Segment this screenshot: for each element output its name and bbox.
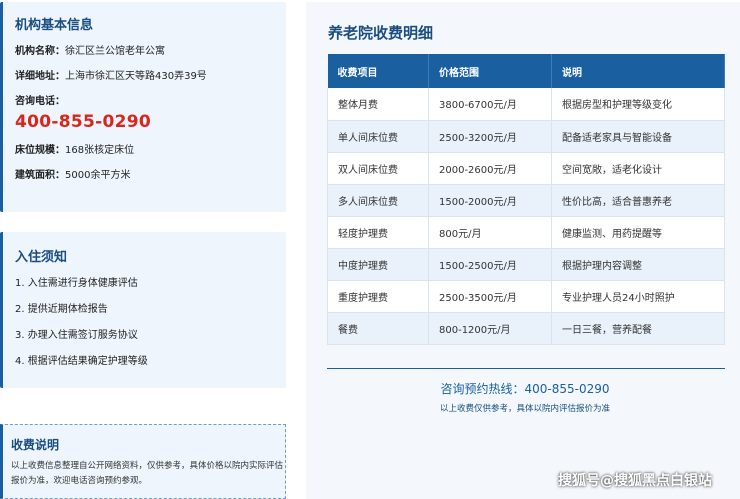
fee-desc-cell: 根据房型和护理等级变化 [551, 88, 725, 121]
table-header-row: 收费项目 价格范围 说明 [327, 54, 725, 88]
info-address-value: 上海市徐汇区天等路430弄39号 [65, 71, 207, 82]
fee-desc-cell: 一日三餐，营养配餐 [551, 312, 725, 345]
info-address-row: 详细地址：上海市徐汇区天等路430弄39号 [15, 67, 286, 86]
fee-detail-title: 养老院收费明细 [328, 24, 434, 42]
info-phone-row: 咨询电话： [15, 92, 286, 111]
fee-item-cell: 单人间床位费 [327, 120, 429, 153]
notice-item: 2. 提供近期体检报告 [15, 304, 108, 315]
table-row: 双人间床位费 2000-2600元/月 空间宽敞，适老化设计 [327, 152, 725, 185]
notice-item: 4. 根据评估结果确定护理等级 [15, 356, 148, 367]
fee-item-cell: 多人间床位费 [327, 184, 429, 217]
info-phone-label: 咨询电话： [15, 96, 65, 107]
fee-item-cell: 重度护理费 [327, 280, 429, 313]
fee-price-cell: 1500-2500元/月 [428, 248, 552, 281]
section-divider [327, 368, 725, 369]
source-watermark: 搜狐号@搜狐黑点白银站 [558, 473, 712, 489]
fee-item-cell: 中度护理费 [327, 248, 429, 281]
fee-note-card: 收费说明 以上收费信息整理自公开网络资料，仅供参考，具体价格以院内实际评估报价为… [0, 424, 286, 499]
fee-item-cell: 餐费 [327, 312, 429, 345]
fee-desc-cell: 专业护理人员24小时照护 [551, 280, 725, 313]
info-beds-label: 床位规模： [15, 145, 65, 156]
info-area-value: 5000余平方米 [65, 170, 131, 181]
fee-note-text: 以上收费信息整理自公开网络资料，仅供参考，具体价格以院内实际评估报价为准，欢迎电… [11, 461, 284, 486]
hotline-text[interactable]: 咨询预约热线：400-855-0290 [306, 380, 740, 397]
notice-title: 入住须知 [15, 250, 68, 265]
admission-notice-card: 入住须知 1. 入住需进行身体健康评估 2. 提供近期体检报告 3. 办理入住需… [0, 232, 286, 388]
info-area-row: 建筑面积：5000余平方米 [15, 166, 286, 185]
fee-price-cell: 2500-3500元/月 [428, 280, 552, 313]
phone-number[interactable]: 400-855-0290 [15, 111, 286, 135]
fee-desc-cell: 配备适老家具与智能设备 [551, 120, 725, 153]
fee-detail-panel: 养老院收费明细 收费项目 价格范围 说明 整体月费 3800-6700元/月 根… [306, 2, 740, 499]
info-address-label: 详细地址： [15, 71, 65, 82]
fee-price-cell: 800-1200元/月 [428, 312, 552, 345]
footnote-text: 以上收费仅供参考，具体以院内评估报价为准 [439, 404, 610, 414]
info-beds-row: 床位规模：168张核定床位 [15, 141, 286, 160]
column-header-description: 说明 [551, 54, 725, 88]
fee-desc-cell: 空间宽敞，适老化设计 [551, 152, 725, 185]
fee-price-cell: 2000-2600元/月 [428, 152, 552, 185]
table-row: 整体月费 3800-6700元/月 根据房型和护理等级变化 [327, 88, 725, 121]
notice-item: 1. 入住需进行身体健康评估 [15, 278, 138, 289]
fee-price-cell: 800元/月 [428, 216, 552, 249]
fee-price-cell: 2500-3200元/月 [428, 120, 552, 153]
table-row: 中度护理费 1500-2500元/月 根据护理内容调整 [327, 248, 725, 281]
fee-desc-cell: 健康监测、用药提醒等 [551, 216, 725, 249]
fee-desc-cell: 根据护理内容调整 [551, 248, 725, 281]
fee-note-title: 收费说明 [11, 438, 60, 452]
table-row: 重度护理费 2500-3500元/月 专业护理人员24小时照护 [327, 280, 725, 313]
fee-item-cell: 轻度护理费 [327, 216, 429, 249]
info-beds-value: 168张核定床位 [65, 145, 135, 156]
institution-info-card: 机构基本信息 机构名称：徐汇区兰公馆老年公寓 详细地址：上海市徐汇区天等路430… [0, 2, 286, 212]
fee-item-cell: 双人间床位费 [327, 152, 429, 185]
info-area-label: 建筑面积： [15, 170, 65, 181]
fee-item-cell: 整体月费 [327, 88, 429, 121]
table-row: 餐费 800-1200元/月 一日三餐，营养配餐 [327, 312, 725, 345]
table-row: 轻度护理费 800元/月 健康监测、用药提醒等 [327, 216, 725, 249]
fee-table: 收费项目 价格范围 说明 整体月费 3800-6700元/月 根据房型和护理等级… [327, 54, 725, 345]
notice-item: 3. 办理入住需签订服务协议 [15, 330, 138, 341]
fee-desc-cell: 性价比高，适合普惠养老 [551, 184, 725, 217]
table-row: 单人间床位费 2500-3200元/月 配备适老家具与智能设备 [327, 120, 725, 153]
info-name-label: 机构名称： [15, 46, 65, 57]
info-name-value: 徐汇区兰公馆老年公寓 [65, 46, 165, 57]
column-header-item: 收费项目 [327, 54, 429, 88]
table-row: 多人间床位费 1500-2000元/月 性价比高，适合普惠养老 [327, 184, 725, 217]
fee-price-cell: 1500-2000元/月 [428, 184, 552, 217]
column-header-price: 价格范围 [428, 54, 552, 88]
info-title: 机构基本信息 [15, 18, 94, 33]
info-name-row: 机构名称：徐汇区兰公馆老年公寓 [15, 42, 286, 61]
fee-price-cell: 3800-6700元/月 [428, 88, 552, 121]
